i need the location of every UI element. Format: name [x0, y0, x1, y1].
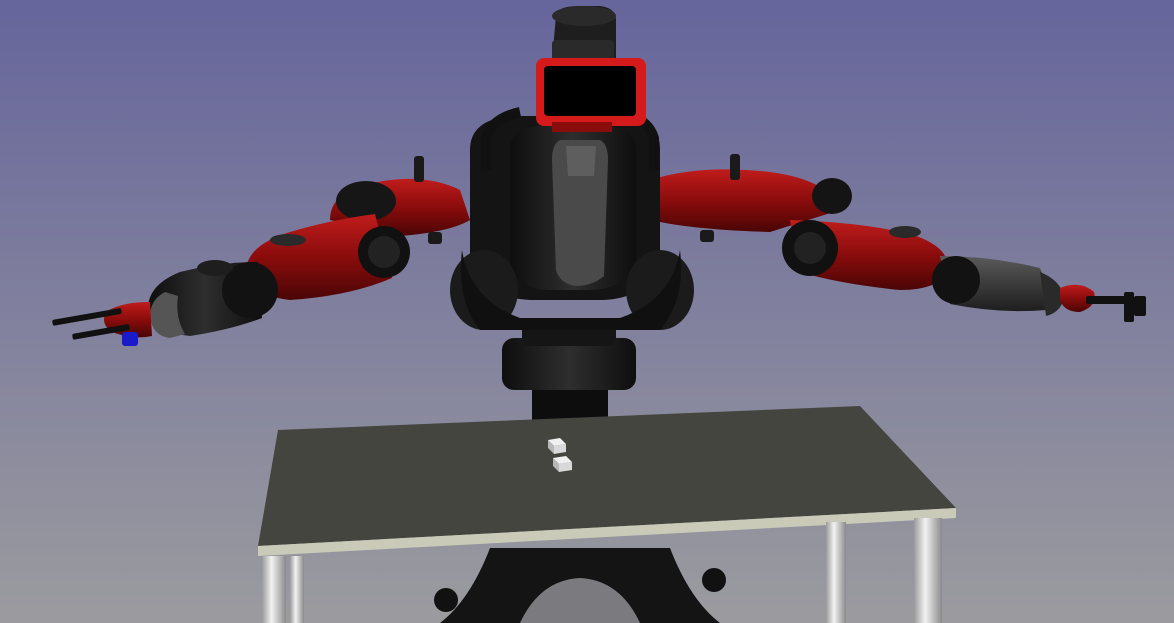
table-leg-front-right	[914, 518, 942, 623]
table-leg-back-right	[826, 522, 846, 623]
simulation-viewport[interactable]	[0, 0, 1174, 623]
scene-canvas[interactable]	[0, 0, 1174, 623]
robot-face-screen	[544, 66, 636, 116]
robot-torso[interactable]	[450, 107, 694, 330]
table-leg-front-left	[262, 556, 286, 623]
table-leg-back-left	[290, 556, 304, 623]
